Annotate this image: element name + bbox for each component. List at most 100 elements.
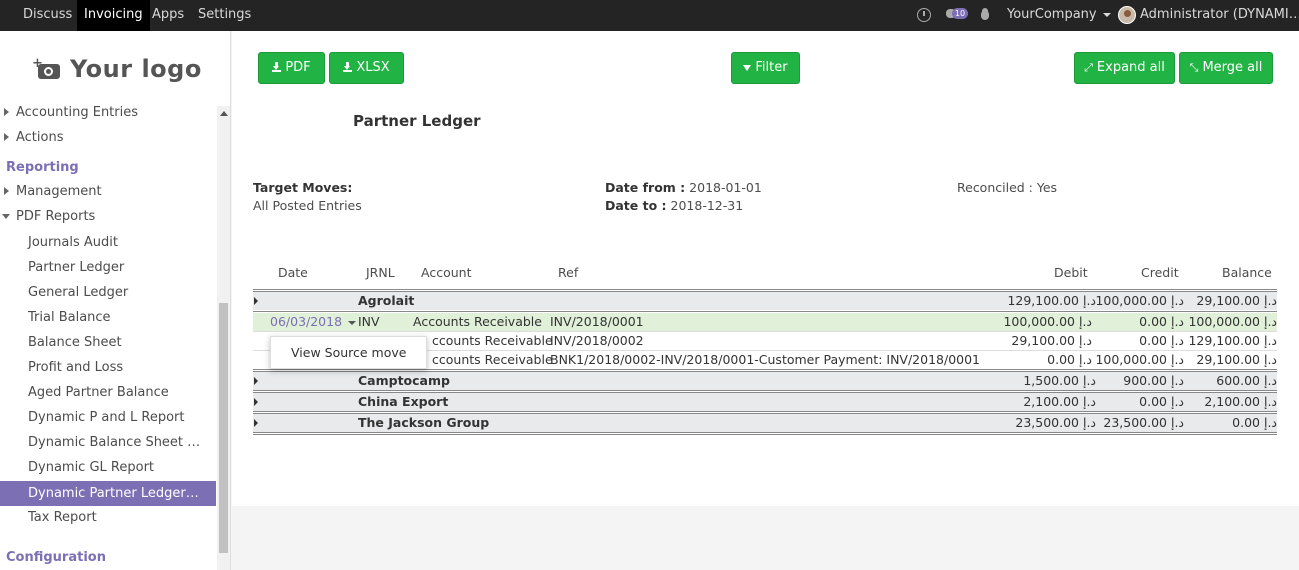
partner-name: The Jackson Group (358, 415, 490, 430)
sidebar-item-label: Balance Sheet (28, 335, 122, 350)
partner-row-agrolait[interactable]: Agrolait 129,100.00 د.إ 100,000.00 د.إ 2… (253, 292, 1277, 310)
caret-right-icon (4, 187, 9, 195)
sidebar-item-label: Partner Ledger (28, 260, 125, 275)
expand-all-button[interactable]: ⤢ Expand all (1074, 52, 1175, 84)
expand-icon: ⤢ (1084, 61, 1093, 74)
caret-right-icon (4, 108, 9, 116)
date-to-label: Date to : (605, 198, 667, 213)
date-to: Date to : 2018-12-31 (605, 198, 743, 213)
partner-debit: 1,500.00 د.إ (1023, 373, 1096, 388)
partner-debit: 129,100.00 د.إ (1007, 293, 1096, 308)
move-journal: INV (358, 314, 380, 329)
move-debit: 29,100.00 د.إ (1011, 333, 1092, 348)
sidebar-item-dynamic-p-and-l[interactable]: Dynamic P and L Report (0, 405, 216, 430)
move-ref: BNK1/2018/0002-INV/2018/0001-Customer Pa… (550, 352, 981, 367)
filter-button-label: Filter (755, 60, 788, 75)
move-ref: INV/2018/0002 (550, 333, 644, 348)
sidebar-item-dynamic-gl-report[interactable]: Dynamic GL Report (0, 455, 216, 480)
clock-icon[interactable] (917, 8, 931, 22)
column-header-date: Date (278, 265, 308, 280)
partner-credit: 23,500.00 د.إ (1103, 415, 1184, 430)
avatar[interactable] (1118, 6, 1136, 24)
partner-row-china-export[interactable]: China Export 2,100.00 د.إ 0.00 د.إ 2,100… (253, 393, 1277, 411)
report-content: PDF XLSX Filter ⤢ Expand all ⤡ Merge all P… (232, 31, 1299, 506)
sidebar-scrollbar[interactable] (217, 106, 230, 570)
sidebar-item-accounting-entries[interactable]: Accounting Entries (0, 100, 216, 125)
sidebar-item-trial-balance[interactable]: Trial Balance (0, 305, 216, 330)
sidebar-item-label: Actions (16, 130, 64, 145)
sidebar-item-profit-and-loss[interactable]: Profit and Loss (0, 355, 216, 380)
xlsx-button[interactable]: XLSX (329, 52, 404, 84)
user-menu[interactable]: Administrator (DYNAMI… (1140, 0, 1299, 30)
partner-credit: 100,000.00 د.إ (1095, 293, 1184, 308)
partner-debit: 23,500.00 د.إ (1015, 415, 1096, 430)
caret-right-icon[interactable] (254, 377, 258, 385)
sidebar-item-dynamic-balance-sheet[interactable]: Dynamic Balance Sheet … (0, 430, 216, 455)
partner-balance: 600.00 د.إ (1216, 373, 1277, 388)
nav-menu-invoicing[interactable]: Invoicing (77, 0, 150, 31)
bug-icon[interactable] (979, 8, 991, 21)
compress-icon: ⤡ (1189, 61, 1199, 74)
partner-row-jackson-group[interactable]: The Jackson Group 23,500.00 د.إ 23,500.0… (253, 414, 1277, 432)
sidebar-item-management[interactable]: Management (0, 179, 216, 204)
move-balance: 100,000.00 د.إ (1188, 314, 1277, 329)
sidebar-item-general-ledger[interactable]: General Ledger (0, 280, 216, 305)
sidebar-item-label: Profit and Loss (28, 360, 124, 375)
sidebar-item-pdf-reports[interactable]: PDF Reports (0, 204, 216, 229)
sidebar-section-label: Configuration (6, 550, 106, 565)
column-header-ref: Ref (558, 265, 579, 280)
chevron-down-icon (1102, 12, 1111, 17)
move-account: ccounts Receivable (432, 352, 553, 367)
date-from-value: 2018-01-01 (689, 180, 762, 195)
scroll-up-arrow-icon[interactable] (220, 111, 228, 116)
company-logo: + Your logo (32, 52, 202, 86)
chat-icon[interactable]: 10 (946, 7, 968, 21)
sidebar-item-aged-partner-balance[interactable]: Aged Partner Balance (0, 380, 216, 405)
caret-right-icon[interactable] (254, 297, 258, 305)
move-ref: INV/2018/0001 (550, 314, 644, 329)
view-source-move-option[interactable]: View Source move (291, 345, 406, 360)
partner-row-camptocamp[interactable]: Camptocamp 1,500.00 د.إ 900.00 د.إ 600.0… (253, 372, 1277, 390)
sidebar-section-label: Reporting (6, 160, 79, 175)
table-divider (253, 432, 1277, 435)
nav-menu-discuss[interactable]: Discuss (16, 0, 79, 31)
partner-name: China Export (358, 394, 449, 409)
sidebar-item-partner-ledger[interactable]: Partner Ledger (0, 255, 216, 280)
scrollbar-thumb[interactable] (219, 303, 228, 553)
table-row[interactable]: 06/03/2018 INV Accounts Receivable INV/2… (253, 313, 1277, 332)
company-switcher[interactable]: YourCompany (1007, 0, 1111, 30)
move-actions-dropdown: View Source move (270, 336, 427, 369)
date-to-value: 2018-12-31 (670, 198, 744, 213)
sidebar-section-reporting[interactable]: Reporting (0, 155, 216, 180)
sidebar-item-actions[interactable]: Actions (0, 125, 216, 150)
column-header-jrnl: JRNL (366, 265, 395, 280)
move-credit: 100,000.00 د.إ (1095, 352, 1184, 367)
download-icon (343, 62, 353, 72)
pdf-button[interactable]: PDF (258, 52, 325, 84)
nav-menu-settings[interactable]: Settings (191, 0, 258, 31)
move-credit: 0.00 د.إ (1139, 333, 1184, 348)
sidebar-item-label: Dynamic Partner Ledger… (28, 486, 199, 501)
partner-debit: 2,100.00 د.إ (1023, 394, 1096, 409)
move-date-dropdown[interactable]: 06/03/2018 (270, 314, 357, 329)
chevron-down-icon (348, 320, 357, 325)
merge-all-button[interactable]: ⤡ Merge all (1179, 52, 1273, 84)
sidebar-item-journals-audit[interactable]: Journals Audit (0, 230, 216, 255)
caret-right-icon[interactable] (254, 398, 258, 406)
sidebar: + Your logo Accounting Entries Actions R… (0, 31, 231, 570)
sidebar-item-balance-sheet[interactable]: Balance Sheet (0, 330, 216, 355)
column-header-debit: Debit (1054, 265, 1088, 280)
sidebar-item-label: Dynamic P and L Report (28, 410, 185, 425)
caret-right-icon[interactable] (254, 419, 258, 427)
company-name: YourCompany (1007, 7, 1097, 22)
sidebar-section-configuration[interactable]: Configuration (0, 545, 216, 570)
merge-all-label: Merge all (1202, 60, 1263, 75)
sidebar-item-dynamic-partner-ledger[interactable]: Dynamic Partner Ledger… (0, 481, 216, 506)
nav-menu-apps[interactable]: Apps (145, 0, 191, 31)
filter-button[interactable]: Filter (731, 52, 800, 84)
sidebar-item-tax-report[interactable]: Tax Report (0, 505, 216, 530)
move-date: 06/03/2018 (270, 314, 343, 329)
move-debit: 100,000.00 د.إ (1003, 314, 1092, 329)
caret-down-icon (2, 214, 10, 219)
caret-right-icon (4, 133, 9, 141)
